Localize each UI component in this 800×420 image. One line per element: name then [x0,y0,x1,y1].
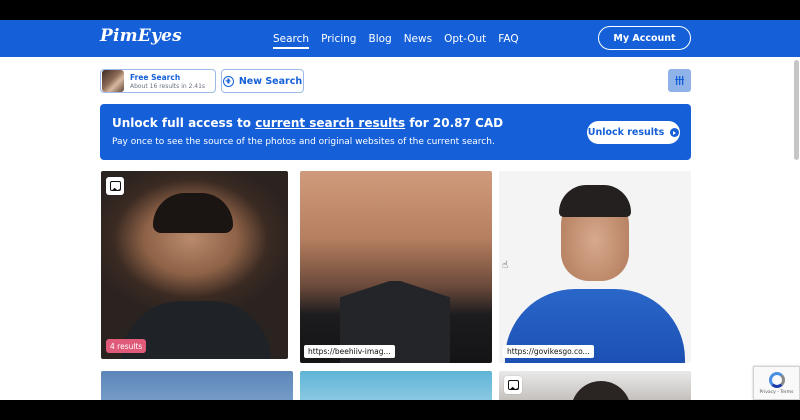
unlock-banner: Unlock full access to current search res… [100,104,691,160]
free-search-text: Free Search About 16 results in 2.41s [130,73,205,90]
unlock-results-button[interactable]: Unlock results [587,121,680,144]
result-url[interactable]: https://beehiiv-imag... [304,345,395,358]
free-search-stats: About 16 results in 2.41s [130,82,206,90]
recaptcha-icon [768,371,785,388]
page: PimEyes Search Pricing Blog News Opt-Out… [0,20,800,400]
image-icon [504,376,522,394]
main-nav: Search Pricing Blog News Opt-Out FAQ [273,20,519,57]
nav-pricing[interactable]: Pricing [321,33,356,45]
result-url[interactable]: https://govikesgo.co... [503,345,594,358]
new-search-label: New Search [238,75,303,87]
nav-search[interactable]: Search [273,33,310,49]
free-search-title: Free Search [130,72,181,82]
result-card[interactable] [101,171,288,359]
arrow-right-icon [670,128,680,137]
results-count-badge: 4 results [106,339,147,353]
page-scrollbar[interactable] [794,60,799,160]
result-card[interactable] [499,171,691,363]
nav-news[interactable]: News [404,33,432,45]
site-header: PimEyes Search Pricing Blog News Opt-Out… [0,20,800,57]
result-image-detail [559,185,631,217]
grid-icon [675,76,684,85]
unlock-results-label: Unlock results [587,127,665,138]
new-search-button[interactable]: New Search [221,69,304,93]
grid-view-button[interactable] [668,69,691,92]
plus-circle-icon [222,75,234,87]
result-card[interactable] [300,371,492,400]
nav-blog[interactable]: Blog [368,33,391,45]
result-card[interactable] [300,171,492,363]
recaptcha-links[interactable]: Privacy - Terms [759,390,793,395]
recaptcha-badge[interactable]: Privacy - Terms [753,366,800,400]
image-icon [106,177,124,195]
logo[interactable]: PimEyes [100,26,182,46]
nav-faq[interactable]: FAQ [498,33,518,45]
result-image-detail [153,193,233,233]
search-face-thumbnail [102,70,124,92]
free-search-chip[interactable]: Free Search About 16 results in 2.41s [100,69,216,93]
banner-title-link[interactable]: current search results [255,116,405,130]
my-account-button[interactable]: My Account [598,26,691,50]
cursor-icon: ☝ [502,260,509,271]
nav-opt-out[interactable]: Opt-Out [444,33,486,45]
banner-subtitle: Pay once to see the source of the photos… [112,137,495,147]
result-card[interactable] [101,371,293,400]
banner-title: Unlock full access to current search res… [112,116,503,130]
result-card[interactable] [499,371,691,400]
video-frame-bottom [0,400,800,420]
video-frame-top [0,0,800,20]
result-image-detail [571,381,631,400]
banner-title-prefix: Unlock full access to [112,116,251,130]
banner-title-suffix: for 20.87 CAD [409,116,504,130]
